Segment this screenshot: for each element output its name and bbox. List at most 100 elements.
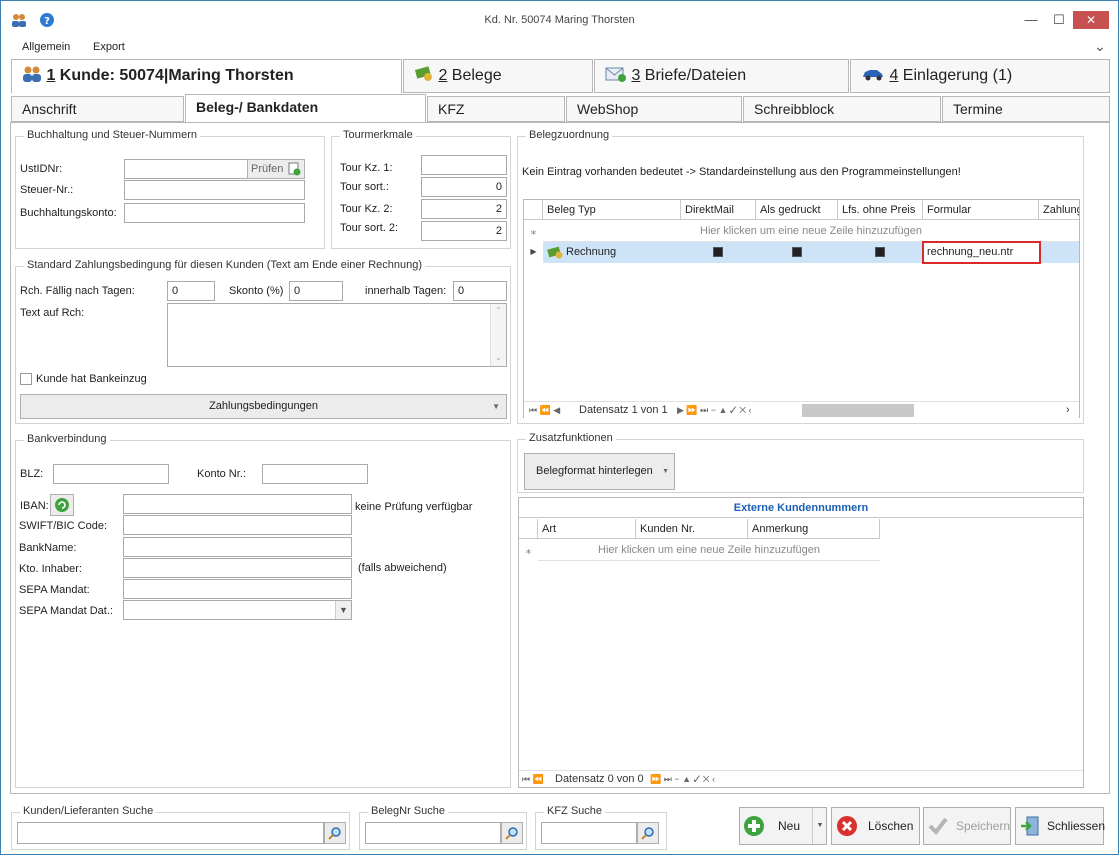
users-icon [23, 66, 41, 82]
nav-first-icon[interactable]: ⏮ ⏪ [522, 771, 544, 787]
schliessen-button[interactable]: Schliessen [1015, 807, 1105, 845]
exit-door-icon [1021, 816, 1039, 836]
pruefen-button[interactable]: Prüfen [247, 159, 305, 179]
menu-allgemein[interactable]: Allgemein [22, 41, 70, 57]
col-kunden-nr[interactable]: Kunden Nr. [636, 519, 748, 539]
extern-grid: Externe Kundennummern Art Kunden Nr. Anm… [518, 497, 1084, 788]
text-rch-input[interactable]: ⌃ ⌄ [167, 303, 507, 367]
speichern-button[interactable]: Speichern [923, 807, 1011, 845]
tab-beleg-bankdaten[interactable]: Beleg-/ Bankdaten [185, 94, 426, 122]
bigtab-briefe-label: Briefe/Dateien [640, 67, 747, 84]
chevron-down-icon[interactable]: ▼ [335, 601, 351, 619]
maximize-button[interactable]: ☐ [1047, 11, 1071, 31]
group-buchhaltung-title: Buchhaltung und Steuer-Nummern [24, 129, 200, 141]
sepadat-input[interactable]: ▼ [123, 600, 352, 620]
nav-first-icon[interactable]: ⏮ ⏪ ◀ [529, 402, 560, 418]
tour-sort2-input[interactable] [421, 221, 507, 241]
tour-kz1-input[interactable] [421, 155, 507, 175]
tab-schreibblock[interactable]: Schreibblock [743, 96, 941, 122]
nav-next-icon[interactable]: ⏩ ⏭ − ▲ ✓ ✕ ‹ [650, 771, 715, 787]
col-formular[interactable]: Formular [923, 200, 1039, 220]
tab-termine[interactable]: Termine [942, 96, 1110, 122]
tab-kfz[interactable]: KFZ [427, 96, 565, 122]
swift-input[interactable] [123, 515, 352, 535]
tour-kz2-input[interactable] [421, 199, 507, 219]
search-kunden-button[interactable] [324, 822, 346, 844]
search-beleg-label: BelegNr Suche [368, 805, 448, 817]
bigtab-briefe[interactable]: 3 Briefe/Dateien [594, 59, 849, 93]
bigtab-belege[interactable]: 2 Belege [403, 59, 593, 93]
belegformat-label: Belegformat hinterlegen [536, 465, 653, 477]
loeschen-button[interactable]: Löschen [831, 807, 920, 845]
row-formular-cell[interactable]: rechnung_neu.ntr [922, 241, 1041, 264]
group-zusatz-title: Zusatzfunktionen [526, 432, 616, 444]
speichern-label: Speichern [956, 819, 1011, 833]
col-anmerkung[interactable]: Anmerkung [748, 519, 880, 539]
row-gedruckt-checkbox[interactable] [792, 247, 802, 257]
tab-anschrift[interactable]: Anschrift [11, 96, 184, 122]
row-ohne-preis-checkbox[interactable] [875, 247, 885, 257]
iban-input[interactable] [123, 494, 352, 514]
zahlungsbedingungen-button[interactable]: Zahlungsbedingungen ▼ [20, 394, 507, 419]
search-beleg-input[interactable] [365, 822, 501, 844]
bigtab-einlagerung[interactable]: 4 Einlagerung (1) [850, 59, 1110, 93]
bankeinzug-checkbox[interactable] [20, 373, 32, 385]
group-zahlung-title: Standard Zahlungsbedingung für diesen Ku… [24, 259, 426, 271]
text-rch-scrollbar[interactable]: ⌃ ⌄ [490, 304, 506, 366]
row-belegtyp: Rechnung [566, 246, 617, 258]
bankname-input[interactable] [123, 537, 352, 557]
kontonr-label: Konto Nr.: [197, 468, 246, 480]
col-gedruckt[interactable]: Als gedruckt [756, 200, 838, 220]
menu-export[interactable]: Export [93, 41, 125, 57]
search-kfz-button[interactable] [637, 822, 659, 844]
kontonr-input[interactable] [262, 464, 368, 484]
col-art[interactable]: Art [538, 519, 636, 539]
refresh-icon [55, 498, 69, 512]
new-row-indicator: ⁎ [525, 543, 532, 557]
tour-sort-input[interactable] [421, 177, 507, 197]
buchhaltungskonto-input[interactable] [124, 203, 305, 223]
search-kfz-group: KFZ Suche [535, 805, 667, 850]
bigtab-kunde-label: Kunde: 50074|Maring Thorsten [55, 67, 294, 84]
col-direktmail[interactable]: DirektMail [681, 200, 756, 220]
extern-new-row-prompt[interactable]: Hier klicken um eine neue Zeile hinzuzuf… [538, 540, 880, 561]
inhaber-input[interactable] [123, 558, 352, 578]
loeschen-label: Löschen [868, 819, 914, 833]
search-beleg-button[interactable] [501, 822, 523, 844]
bigtab-kunde[interactable]: 1 Kunde: 50074|Maring Thorsten [11, 59, 402, 93]
faellig-input[interactable] [167, 281, 215, 301]
minimize-button[interactable]: — [1019, 11, 1043, 31]
blz-input[interactable] [53, 464, 169, 484]
ustid-input[interactable] [124, 159, 248, 179]
table-row[interactable]: ▶ Rechnung rechnung_neu.ntr [524, 241, 1079, 264]
neu-dropdown-icon[interactable]: ▼ [812, 808, 827, 844]
innerhalb-input[interactable] [453, 281, 507, 301]
iban-check-button[interactable] [50, 494, 74, 516]
new-row-prompt[interactable]: Hier klicken um eine neue Zeile hinzuzuf… [543, 221, 1079, 242]
search-icon [505, 827, 518, 840]
neu-button[interactable]: Neu ▼ [739, 807, 827, 845]
col-belegtyp[interactable]: Beleg Typ [543, 200, 681, 220]
nav-next-icon[interactable]: ▶ ⏩ ⏭ − ▲ ✓ ✕ ‹ [677, 402, 752, 418]
sepa-input[interactable] [123, 579, 352, 599]
ribbon-collapse-icon[interactable]: ⌄ [1094, 38, 1106, 54]
pruefen-label: Prüfen [251, 163, 284, 175]
close-button[interactable]: ✕ [1073, 11, 1109, 29]
col-ohne-preis[interactable]: Lfs. ohne Preis [838, 200, 923, 220]
search-beleg-group: BelegNr Suche [359, 805, 527, 850]
search-icon [641, 827, 654, 840]
tour-kz2-label: Tour Kz. 2: [340, 203, 393, 215]
horizontal-scrollbar-thumb[interactable] [802, 404, 914, 417]
search-kunden-input[interactable] [17, 822, 324, 844]
innerhalb-label: innerhalb Tagen: [365, 285, 447, 297]
col-zahlung[interactable]: Zahlung [1039, 200, 1079, 220]
neu-label: Neu [778, 819, 801, 833]
scroll-right-icon[interactable]: › [1066, 402, 1070, 418]
skonto-input[interactable] [289, 281, 343, 301]
grid-navigator: ⏮ ⏪ ◀ Datensatz 1 von 1 ▶ ⏩ ⏭ − ▲ ✓ ✕ ‹ … [524, 401, 1079, 418]
belegformat-button[interactable]: Belegformat hinterlegen ▼ [524, 453, 675, 490]
row-direktmail-checkbox[interactable] [713, 247, 723, 257]
tab-webshop[interactable]: WebShop [566, 96, 742, 122]
search-kfz-input[interactable] [541, 822, 637, 844]
steuer-input[interactable] [124, 180, 305, 200]
